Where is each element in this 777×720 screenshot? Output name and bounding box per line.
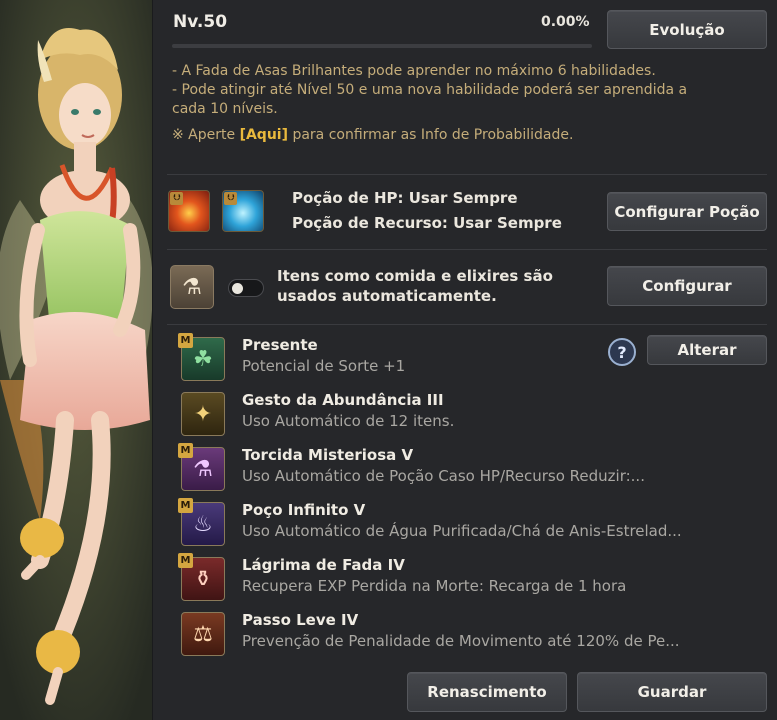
skill-desc: Potencial de Sorte +1 [242,357,406,375]
hp-potion-icon: ⮋ [168,190,210,232]
skill-item[interactable]: M ⚱ Lágrima de Fada IV Recupera EXP Perd… [178,553,741,603]
skill-name: Poço Infinito V [242,501,366,519]
probability-prefix: ※ Aperte [172,127,240,143]
divider [167,174,767,175]
pet-detail-panel: Nv.50 0.00% Evolução - A Fada de Asas Br… [153,0,777,720]
exp-bar [172,44,592,48]
rebirth-button[interactable]: Renascimento [407,672,567,712]
configure-potion-button[interactable]: Configurar Poção [607,192,767,231]
skill-item[interactable]: ⚖ Passo Leve IV Prevenção de Penalidade … [181,610,741,658]
skill-desc: Uso Automático de 12 itens. [242,412,455,430]
skill-desc: Prevenção de Penalidade de Movimento até… [242,632,680,650]
skill-name: Gesto da Abundância III [242,391,444,409]
skill-item[interactable]: M ☘ Presente Potencial de Sorte +1 [178,333,741,383]
skill-item[interactable]: M ♨ Poço Infinito V Uso Automático de Ág… [178,498,741,548]
pet-level: Nv.50 [173,12,228,32]
skill-name: Passo Leve IV [242,611,359,629]
potion-gear-icon: ⚗ [170,265,214,309]
fairy-icon: ✦ [181,392,225,436]
skill-desc: Uso Automático de Poção Caso HP/Recurso … [242,467,645,485]
mastery-badge: M [178,443,193,458]
resource-potion-icon: ⮋ [222,190,264,232]
auto-use-text: Itens como comida e elixires são usados … [277,267,553,305]
mastery-badge: M [178,333,193,348]
skill-desc: Uso Automático de Água Purificada/Chá de… [242,522,682,540]
skill-name: Presente [242,336,318,354]
fairy-illustration [0,0,152,720]
pet-portrait [0,0,153,720]
skill-item[interactable]: M ⚗ Torcida Misteriosa V Uso Automático … [178,443,741,493]
down-arrow-icon: ⮋ [170,192,183,205]
evolution-button[interactable]: Evolução [607,10,767,49]
probability-info-link[interactable]: [Aqui] [240,127,288,143]
skill-desc: Recupera EXP Perdida na Morte: Recarga d… [242,577,627,595]
skill-item[interactable]: ✦ Gesto da Abundância III Uso Automático… [181,390,741,438]
resource-potion-setting: Poção de Recurso: Usar Sempre [292,214,562,232]
mastery-badge: M [178,498,193,513]
desc-line-2: - Pode atingir até Nível 50 e uma nova h… [172,82,688,98]
save-button[interactable]: Guardar [577,672,767,712]
divider [167,249,767,250]
weight-icon: ⚖ [181,612,225,656]
desc-line-3: cada 10 níveis. [172,101,278,117]
toggle-knob [232,283,243,294]
auto-use-toggle[interactable] [228,279,264,297]
pet-description: - A Fada de Asas Brilhantes pode aprende… [172,62,752,145]
probability-info-line: ※ Aperte [Aqui] para confirmar as Info d… [172,126,752,145]
configure-button[interactable]: Configurar [607,266,767,306]
mastery-badge: M [178,553,193,568]
desc-line-1: - A Fada de Asas Brilhantes pode aprende… [172,63,656,79]
down-arrow-icon: ⮋ [224,192,237,205]
skill-name: Torcida Misteriosa V [242,446,414,464]
probability-suffix: para confirmar as Info de Probabilidade. [288,127,574,143]
skill-name: Lágrima de Fada IV [242,556,405,574]
hp-potion-setting: Poção de HP: Usar Sempre [292,189,518,207]
exp-percent: 0.00% [541,14,590,30]
divider [167,324,767,325]
